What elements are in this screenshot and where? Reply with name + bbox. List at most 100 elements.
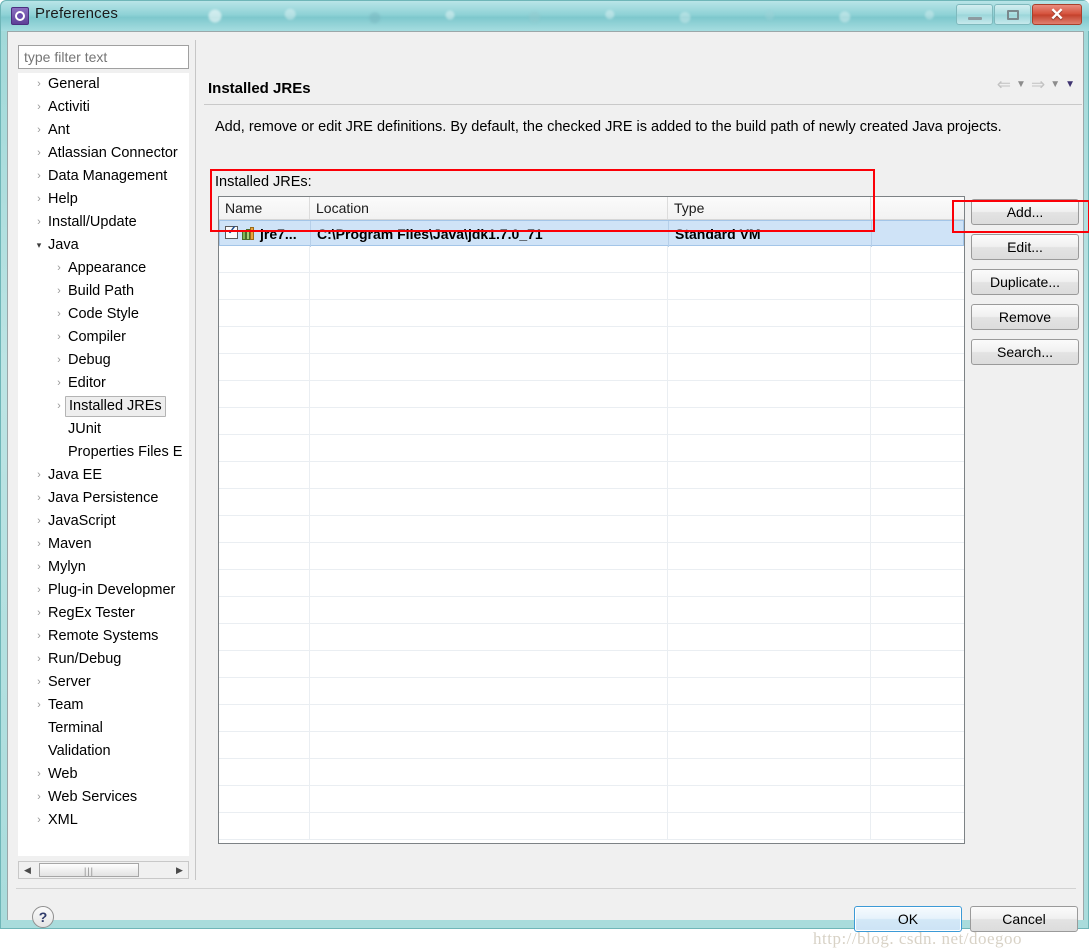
sidebar-item-label: Data Management: [48, 165, 167, 188]
sidebar-item-code-style[interactable]: ›Code Style: [18, 303, 189, 326]
scrollbar-thumb[interactable]: |||: [39, 863, 139, 877]
add-button[interactable]: Add...: [971, 199, 1079, 225]
sidebar-item-appearance[interactable]: ›Appearance: [18, 257, 189, 280]
chevron-right-icon[interactable]: ›: [52, 349, 66, 372]
column-header-location[interactable]: Location: [310, 197, 668, 219]
table-row[interactable]: ✓jre7...C:\Program Files\Java\jdk1.7.0_7…: [219, 220, 964, 246]
sidebar-item-run-debug[interactable]: ›Run/Debug: [18, 648, 189, 671]
sidebar-item-remote-systems[interactable]: ›Remote Systems: [18, 625, 189, 648]
sidebar-item-xml[interactable]: ›XML: [18, 809, 189, 832]
sidebar-item-web-services[interactable]: ›Web Services: [18, 786, 189, 809]
forward-dropdown-icon[interactable]: ▼: [1050, 79, 1060, 90]
sidebar-item-regex-tester[interactable]: ›RegEx Tester: [18, 602, 189, 625]
sidebar-item-data-management[interactable]: ›Data Management: [18, 165, 189, 188]
chevron-right-icon[interactable]: ›: [32, 694, 46, 717]
eclipse-gear-icon: [11, 7, 29, 25]
chevron-right-icon[interactable]: ›: [32, 119, 46, 142]
cell-empty: [668, 705, 871, 731]
chevron-down-icon[interactable]: ▾: [32, 234, 46, 257]
chevron-right-icon[interactable]: ›: [52, 372, 66, 395]
minimize-button[interactable]: [956, 4, 993, 25]
forward-arrow-icon[interactable]: ⇒: [1031, 76, 1045, 93]
installed-jres-table[interactable]: Name Location Type ✓jre7...C:\Program Fi…: [218, 196, 965, 844]
back-arrow-icon[interactable]: ⇐: [997, 76, 1011, 93]
chevron-right-icon[interactable]: ›: [52, 303, 66, 326]
sidebar-item-properties-files-e[interactable]: Properties Files E: [18, 441, 189, 464]
sidebar-item-activiti[interactable]: ›Activiti: [18, 96, 189, 119]
chevron-right-icon[interactable]: ›: [32, 533, 46, 556]
view-menu-dropdown-icon[interactable]: ▼: [1065, 79, 1075, 90]
sidebar-item-java[interactable]: ▾Java: [18, 234, 189, 257]
chevron-right-icon[interactable]: ›: [52, 280, 66, 303]
cell-empty: [219, 435, 310, 461]
remove-button[interactable]: Remove: [971, 304, 1079, 330]
sidebar-item-javascript[interactable]: ›JavaScript: [18, 510, 189, 533]
sidebar-item-compiler[interactable]: ›Compiler: [18, 326, 189, 349]
sidebar-item-install-update[interactable]: ›Install/Update: [18, 211, 189, 234]
chevron-right-icon[interactable]: ›: [32, 671, 46, 694]
chevron-right-icon[interactable]: ›: [32, 142, 46, 165]
cell-empty: [668, 516, 871, 542]
jre-library-icon: [242, 227, 257, 240]
sidebar-item-validation[interactable]: Validation: [18, 740, 189, 763]
chevron-right-icon[interactable]: ›: [32, 487, 46, 510]
sidebar-item-maven[interactable]: ›Maven: [18, 533, 189, 556]
sidebar-item-ant[interactable]: ›Ant: [18, 119, 189, 142]
sidebar-item-debug[interactable]: ›Debug: [18, 349, 189, 372]
chevron-right-icon[interactable]: ›: [32, 188, 46, 211]
search-button[interactable]: Search...: [971, 339, 1079, 365]
chevron-right-icon[interactable]: ›: [32, 96, 46, 119]
chevron-right-icon[interactable]: ›: [32, 579, 46, 602]
sidebar-item-atlassian-connector[interactable]: ›Atlassian Connector: [18, 142, 189, 165]
scroll-right-icon[interactable]: ▶: [171, 862, 188, 878]
cell-empty: [871, 327, 964, 353]
scroll-left-icon[interactable]: ◀: [19, 862, 36, 878]
sidebar-item-server[interactable]: ›Server: [18, 671, 189, 694]
sidebar-item-team[interactable]: ›Team: [18, 694, 189, 717]
chevron-right-icon[interactable]: ›: [52, 395, 66, 418]
sidebar-horizontal-scrollbar[interactable]: ◀ ||| ▶: [18, 861, 189, 879]
sidebar-item-java-ee[interactable]: ›Java EE: [18, 464, 189, 487]
sidebar-item-java-persistence[interactable]: ›Java Persistence: [18, 487, 189, 510]
sidebar-item-general[interactable]: ›General: [18, 73, 189, 96]
column-header-name[interactable]: Name: [219, 197, 310, 219]
chevron-right-icon[interactable]: ›: [52, 326, 66, 349]
duplicate-button[interactable]: Duplicate...: [971, 269, 1079, 295]
chevron-right-icon[interactable]: ›: [32, 165, 46, 188]
edit-button[interactable]: Edit...: [971, 234, 1079, 260]
sidebar-item-editor[interactable]: ›Editor: [18, 372, 189, 395]
filter-input[interactable]: [18, 45, 189, 69]
chevron-right-icon[interactable]: ›: [32, 73, 46, 96]
sidebar-item-label: Editor: [68, 372, 106, 395]
column-header-extra[interactable]: [871, 197, 964, 219]
sidebar-item-installed-jres[interactable]: ›Installed JREs: [18, 395, 189, 418]
preferences-tree[interactable]: ›General›Activiti›Ant›Atlassian Connecto…: [18, 73, 189, 856]
chevron-right-icon[interactable]: ›: [32, 786, 46, 809]
sidebar-item-plug-in-developmer[interactable]: ›Plug-in Developmer: [18, 579, 189, 602]
maximize-button[interactable]: [994, 4, 1031, 25]
chevron-right-icon[interactable]: ›: [32, 809, 46, 832]
sidebar-item-build-path[interactable]: ›Build Path: [18, 280, 189, 303]
chevron-right-icon[interactable]: ›: [32, 510, 46, 533]
chevron-right-icon[interactable]: ›: [32, 625, 46, 648]
row-checkbox[interactable]: ✓: [225, 226, 238, 239]
chevron-right-icon[interactable]: ›: [32, 763, 46, 786]
chevron-right-icon[interactable]: ›: [32, 464, 46, 487]
chevron-right-icon[interactable]: ›: [32, 211, 46, 234]
chevron-right-icon[interactable]: ›: [32, 648, 46, 671]
close-button[interactable]: ✕: [1032, 4, 1082, 25]
help-icon[interactable]: ?: [32, 906, 54, 928]
sidebar-item-junit[interactable]: JUnit: [18, 418, 189, 441]
sidebar-item-label: Atlassian Connector: [48, 142, 178, 165]
sidebar-item-mylyn[interactable]: ›Mylyn: [18, 556, 189, 579]
sidebar-item-label: XML: [48, 809, 78, 832]
cell-empty: [668, 570, 871, 596]
sidebar-item-web[interactable]: ›Web: [18, 763, 189, 786]
sidebar-item-help[interactable]: ›Help: [18, 188, 189, 211]
chevron-right-icon[interactable]: ›: [52, 257, 66, 280]
column-header-type[interactable]: Type: [668, 197, 871, 219]
chevron-right-icon[interactable]: ›: [32, 556, 46, 579]
chevron-right-icon[interactable]: ›: [32, 602, 46, 625]
sidebar-item-terminal[interactable]: Terminal: [18, 717, 189, 740]
back-dropdown-icon[interactable]: ▼: [1016, 79, 1026, 90]
